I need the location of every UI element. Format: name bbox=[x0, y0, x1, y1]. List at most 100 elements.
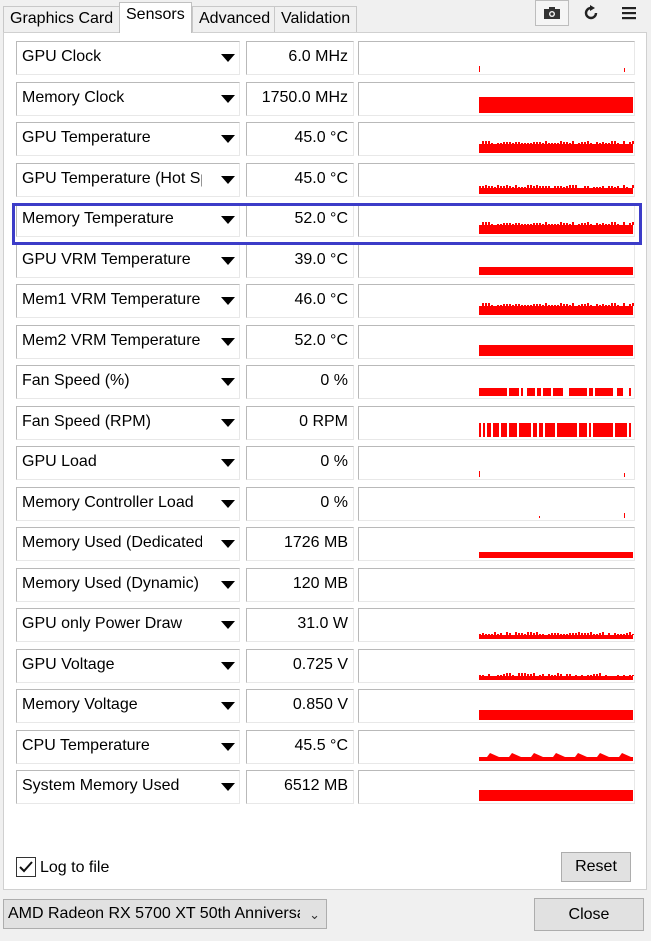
graph-bar bbox=[551, 633, 553, 635]
graph-bar bbox=[590, 224, 592, 225]
sensor-name-dropdown[interactable]: Mem2 VRM Temperature bbox=[16, 325, 240, 359]
sensor-name-dropdown[interactable]: GPU Voltage bbox=[16, 649, 240, 683]
graph-bar bbox=[542, 305, 544, 306]
graph-bar bbox=[509, 186, 511, 188]
sensor-value-box: 0 % bbox=[246, 446, 354, 480]
graph-bar bbox=[541, 423, 543, 437]
sensor-name-dropdown[interactable]: Memory Controller Load bbox=[16, 487, 240, 521]
sensor-graph-plot bbox=[479, 222, 634, 234]
graph-bar bbox=[500, 305, 502, 306]
graph-bar bbox=[595, 423, 597, 437]
graph-bar bbox=[617, 388, 619, 396]
graph-bar bbox=[539, 634, 541, 635]
graph-bar bbox=[602, 142, 604, 144]
sensor-graph bbox=[358, 446, 635, 480]
sensor-name-dropdown[interactable]: GPU only Power Draw bbox=[16, 608, 240, 642]
graph-bar bbox=[591, 388, 593, 396]
sensor-row: Fan Speed (%) 0 % bbox=[4, 365, 648, 399]
sensor-row: Memory Temperature 52.0 °C bbox=[4, 203, 648, 237]
sensor-name-dropdown[interactable]: CPU Temperature bbox=[16, 730, 240, 764]
sensor-row: GPU Clock 6.0 MHz bbox=[4, 41, 648, 75]
tab-sensors[interactable]: Sensors bbox=[119, 2, 192, 33]
tab-graphics-card[interactable]: Graphics Card bbox=[3, 6, 121, 32]
graph-bar bbox=[557, 224, 559, 225]
sensor-name: GPU Clock bbox=[22, 48, 102, 65]
sensor-name: Mem1 VRM Temperature bbox=[22, 291, 201, 308]
graph-bar bbox=[623, 141, 625, 144]
sensor-graph-plot bbox=[479, 388, 631, 396]
sensor-name: GPU Load bbox=[22, 453, 97, 470]
graph-bar bbox=[596, 142, 598, 144]
graph-bar bbox=[500, 224, 502, 225]
sensor-row: GPU Voltage 0.725 V bbox=[4, 649, 648, 683]
refresh-button[interactable] bbox=[574, 0, 608, 26]
graph-bar bbox=[617, 143, 619, 144]
tab-validation[interactable]: Validation bbox=[274, 6, 358, 32]
graph-bar bbox=[542, 143, 544, 144]
sensor-name-dropdown[interactable]: Memory Clock bbox=[16, 82, 240, 116]
graph-bar bbox=[566, 186, 568, 188]
graph-bar bbox=[525, 423, 527, 437]
graph-bar bbox=[561, 423, 563, 437]
sensor-graph-plot bbox=[359, 569, 634, 601]
sensor-name-dropdown[interactable]: Memory Used (Dedicated) bbox=[16, 527, 240, 561]
sensor-value: 45.5 °C bbox=[294, 737, 348, 754]
graph-bar bbox=[482, 675, 484, 676]
sensor-name-dropdown[interactable]: Fan Speed (RPM) bbox=[16, 406, 240, 440]
graph-spike bbox=[509, 753, 521, 757]
sensor-name-dropdown[interactable]: GPU Load bbox=[16, 446, 240, 480]
sensor-name-dropdown[interactable]: System Memory Used bbox=[16, 770, 240, 804]
sensor-name-dropdown[interactable]: Mem1 VRM Temperature bbox=[16, 284, 240, 318]
graph-bar bbox=[581, 423, 583, 437]
graph-bar bbox=[589, 423, 591, 437]
sensor-name-dropdown[interactable]: Memory Voltage bbox=[16, 689, 240, 723]
graph-bar bbox=[536, 632, 538, 635]
graph-bar bbox=[485, 634, 487, 635]
sensor-graph-plot bbox=[539, 513, 625, 518]
sensor-row: Memory Used (Dedicated) 1726 MB bbox=[4, 527, 648, 561]
menu-button[interactable] bbox=[612, 0, 646, 26]
dropdown-arrow-icon bbox=[221, 621, 235, 629]
sensor-row: System Memory Used 6512 MB bbox=[4, 770, 648, 804]
sensor-value-box: 0.725 V bbox=[246, 649, 354, 683]
dropdown-arrow-icon bbox=[221, 783, 235, 791]
gpu-select-value: AMD Radeon RX 5700 XT 50th Anniversary bbox=[8, 905, 300, 922]
sensor-name-dropdown[interactable]: GPU Temperature bbox=[16, 122, 240, 156]
sensor-name-dropdown[interactable]: Fan Speed (%) bbox=[16, 365, 240, 399]
graph-bar bbox=[515, 142, 517, 144]
sensor-value: 45.0 °C bbox=[294, 129, 348, 146]
sensor-name-dropdown[interactable]: GPU Temperature (Hot Spot) bbox=[16, 163, 240, 197]
sensor-value: 39.0 °C bbox=[294, 251, 348, 268]
sensor-name-dropdown[interactable]: Memory Temperature bbox=[16, 203, 240, 237]
graph-bar bbox=[539, 186, 541, 188]
graph-bar bbox=[593, 674, 595, 676]
sensor-row: Memory Voltage 0.850 V bbox=[4, 689, 648, 723]
close-button[interactable]: Close bbox=[534, 898, 644, 931]
tab-advanced[interactable]: Advanced bbox=[192, 6, 278, 32]
graph-bar bbox=[621, 388, 623, 396]
graph-bar bbox=[581, 304, 583, 306]
graph-bar bbox=[572, 303, 574, 306]
graph-bar bbox=[527, 143, 529, 144]
graph-bar bbox=[621, 423, 623, 437]
graph-bar bbox=[563, 423, 565, 437]
graph-bar bbox=[584, 186, 586, 188]
gpu-select-dropdown[interactable]: AMD Radeon RX 5700 XT 50th Anniversary ⌄ bbox=[3, 899, 327, 929]
graph-bar bbox=[530, 674, 532, 676]
graph-bar bbox=[521, 388, 523, 396]
sensor-graph bbox=[358, 487, 635, 521]
screenshot-button[interactable] bbox=[535, 0, 569, 26]
sensor-graph bbox=[358, 608, 635, 642]
graph-bar bbox=[554, 143, 556, 144]
sensor-graph bbox=[358, 82, 635, 116]
sensor-name: Mem2 VRM Temperature bbox=[22, 332, 201, 349]
graph-bar bbox=[503, 186, 505, 188]
sensor-name-dropdown[interactable]: Memory Used (Dynamic) bbox=[16, 568, 240, 602]
log-to-file-checkbox[interactable] bbox=[16, 857, 36, 877]
sensor-name-dropdown[interactable]: GPU VRM Temperature bbox=[16, 244, 240, 278]
log-to-file-label[interactable]: Log to file bbox=[40, 859, 109, 877]
graph-bar bbox=[611, 423, 613, 437]
sensor-name-dropdown[interactable]: GPU Clock bbox=[16, 41, 240, 75]
reset-button[interactable]: Reset bbox=[561, 852, 631, 882]
graph-bar bbox=[608, 143, 610, 144]
